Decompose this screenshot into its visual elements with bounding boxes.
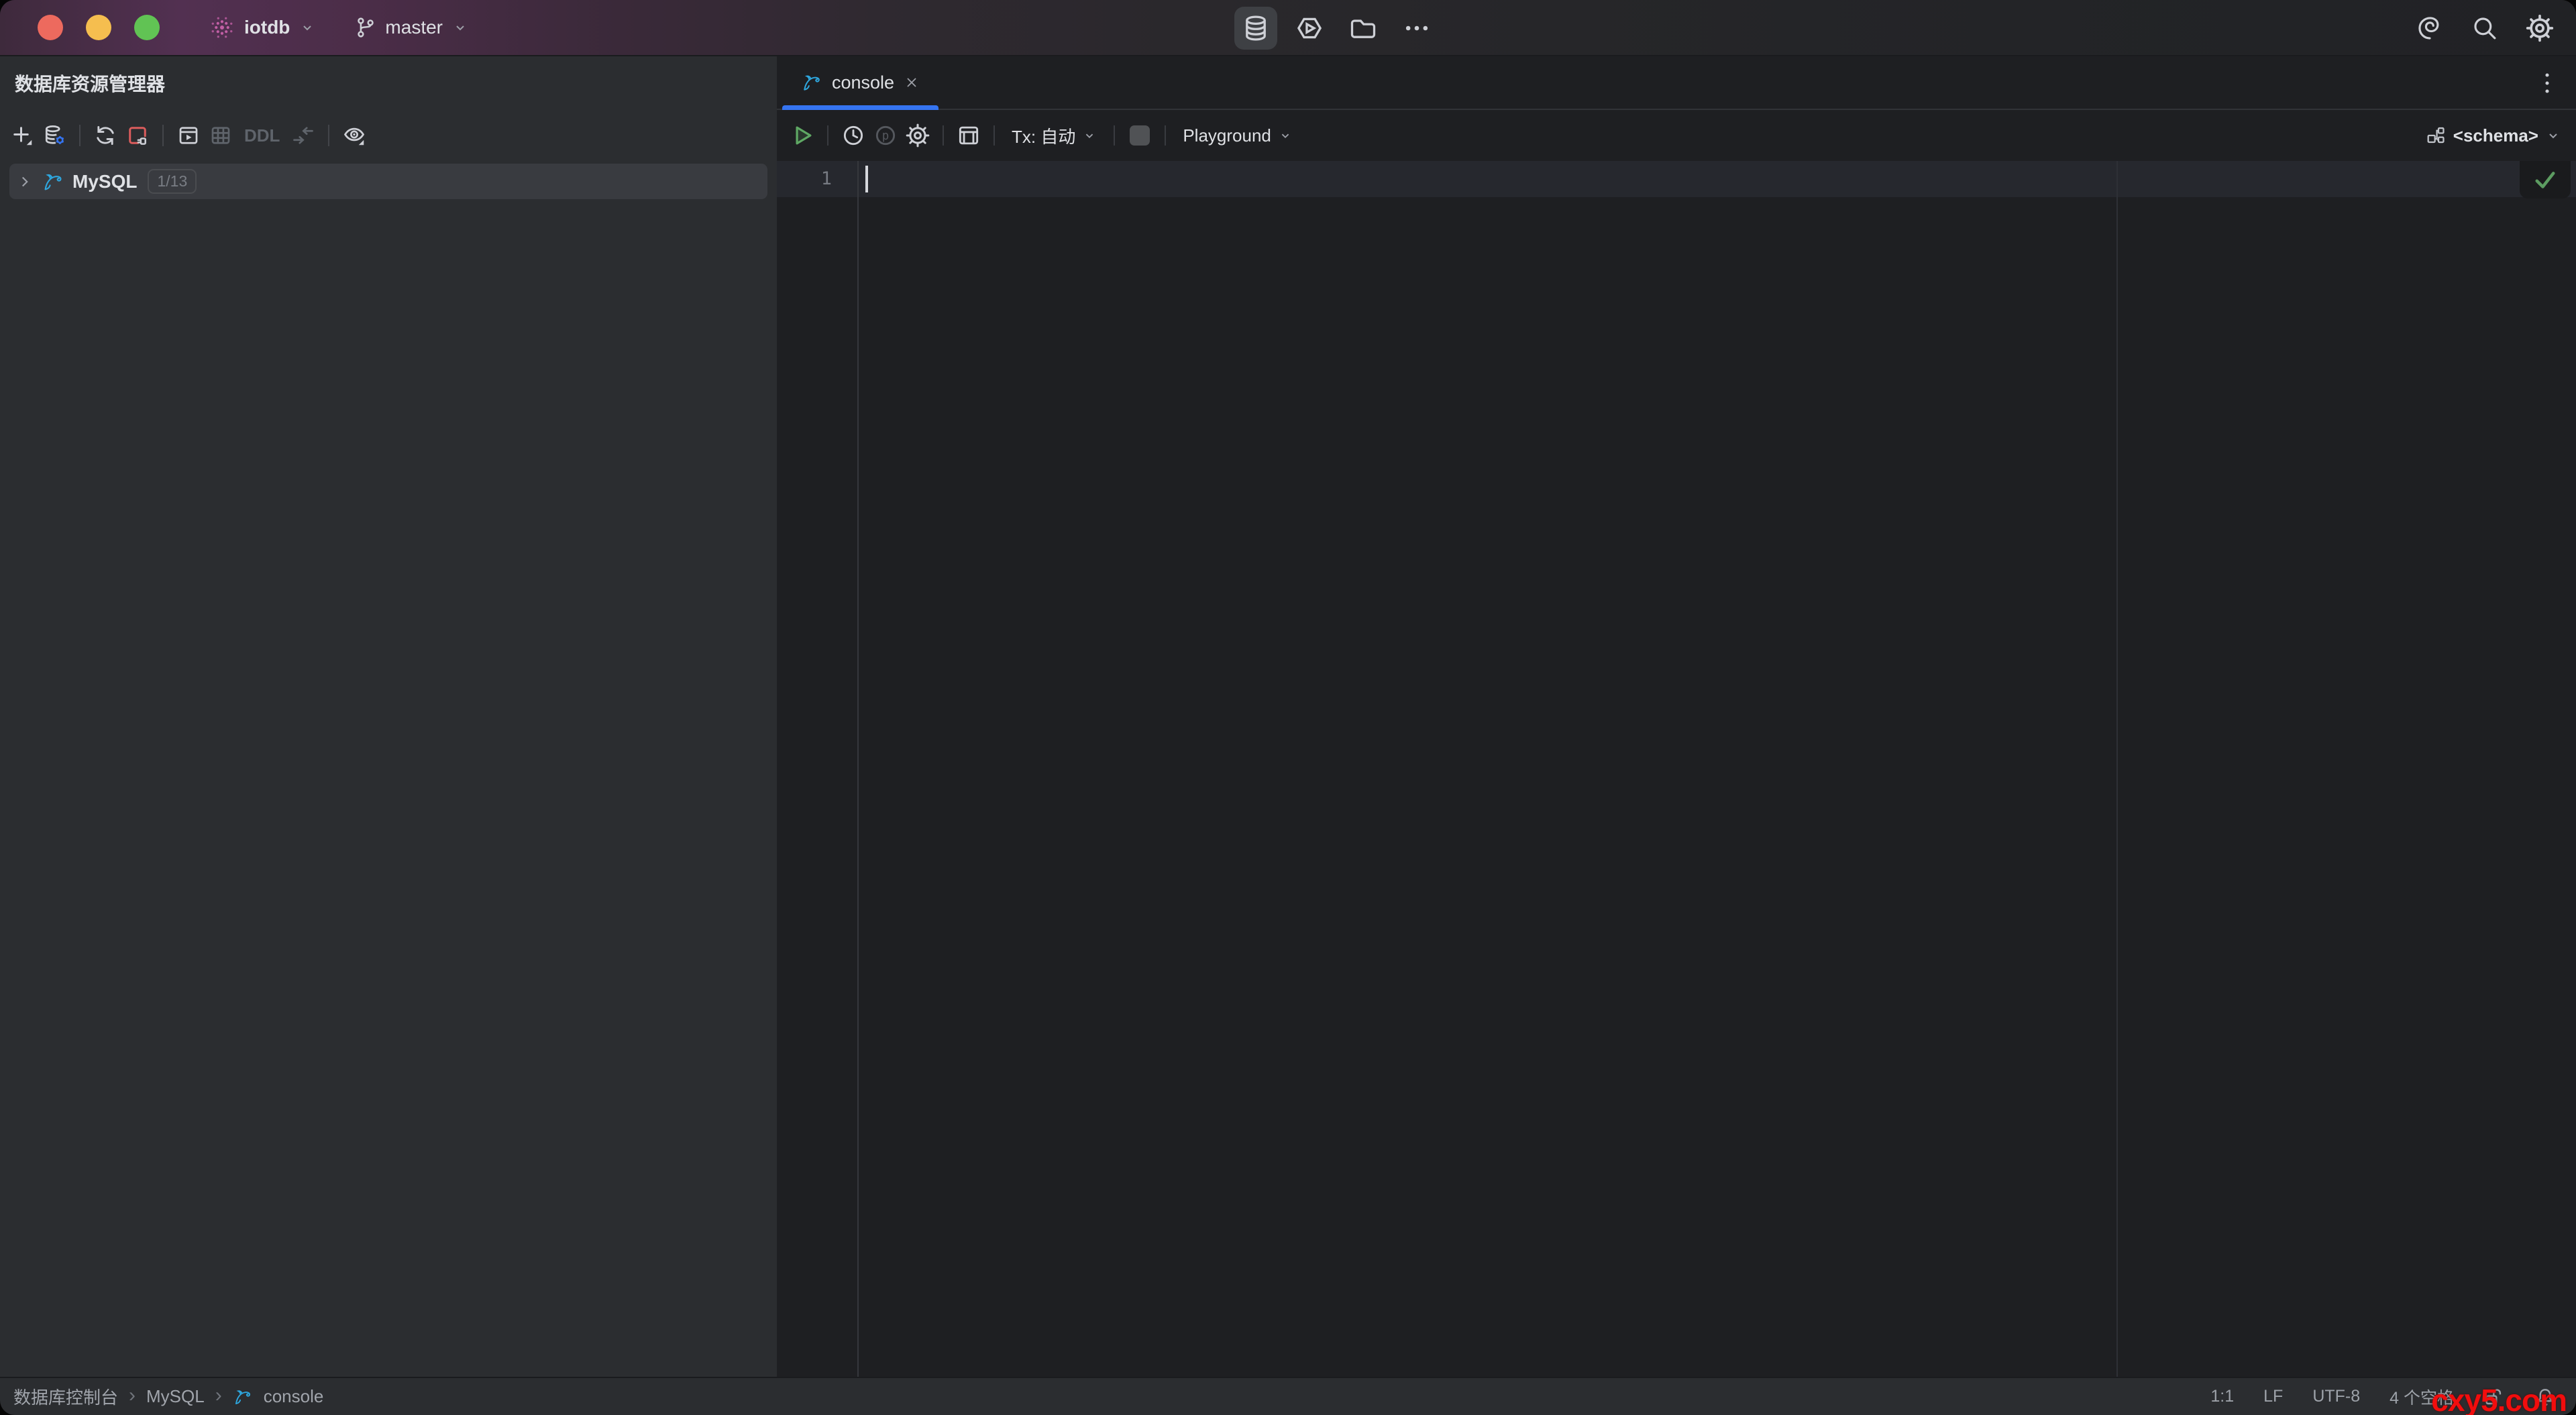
git-branch-widget[interactable]: master [345, 9, 478, 46]
status-bar-right: 1:1 LF UTF-8 4 个空格 cxy5.com [2210, 1385, 2563, 1409]
execute-button[interactable] [789, 122, 816, 149]
stop-query-letter: p [882, 129, 889, 143]
more-tool-windows-button[interactable] [1395, 7, 1438, 50]
panel-title: 数据库资源管理器 [0, 56, 777, 110]
chevron-down-icon [2545, 127, 2561, 144]
project-files-button[interactable] [1342, 7, 1385, 50]
in-editor-results-layout-icon[interactable] [955, 122, 982, 149]
titlebar-center-tools [1234, 0, 1438, 56]
connection-color-swatch[interactable] [1126, 122, 1153, 149]
title-bar: iotdb master [0, 0, 2576, 56]
no-problems-check-icon [2531, 166, 2559, 194]
breadcrumb-mysql[interactable]: MySQL [146, 1386, 205, 1407]
line-ending-widget[interactable]: LF [2263, 1387, 2283, 1406]
sync-arrows-icon[interactable] [290, 123, 316, 148]
schema-selector[interactable]: <schema> [2425, 110, 2561, 161]
new-query-console-button[interactable] [176, 123, 201, 148]
schema-label: <schema> [2453, 125, 2538, 146]
toolbar-separator [943, 125, 944, 146]
chevron-right-icon[interactable] [16, 173, 34, 190]
breadcrumb-console[interactable]: console [264, 1386, 324, 1407]
jump-to-data-button[interactable] [208, 123, 233, 148]
sql-editor-area[interactable]: 1 [777, 161, 2576, 1377]
playground-selector[interactable]: Playground [1177, 121, 1298, 150]
close-window-button[interactable] [38, 15, 63, 40]
encoding-widget[interactable]: UTF-8 [2312, 1387, 2360, 1406]
query-history-clock-icon[interactable] [840, 122, 867, 149]
add-datasource-button[interactable] [9, 123, 35, 148]
titlebar-right-tools [2408, 0, 2561, 56]
editor-column: console [777, 56, 2576, 1377]
breadcrumb-separator: › [129, 1385, 136, 1408]
chevron-down-icon [1082, 128, 1097, 143]
mysql-dolphin-icon [801, 72, 822, 93]
view-options-eye-button[interactable] [341, 123, 367, 148]
active-tab-indicator [782, 105, 938, 110]
status-bar: 数据库控制台 › MySQL › console 1:1 LF UTF-8 4 … [0, 1377, 2576, 1415]
branch-name: master [385, 17, 443, 38]
tab-console[interactable]: console [782, 56, 938, 109]
chevron-down-icon [1278, 128, 1293, 143]
inspections-widget[interactable] [2520, 161, 2571, 199]
mysql-dolphin-icon [42, 170, 64, 193]
console-settings-gear-icon[interactable] [904, 122, 931, 149]
schema-icon [2425, 125, 2447, 146]
ai-assistant-icon[interactable] [2408, 7, 2451, 50]
traffic-lights [0, 15, 160, 40]
database-tree: MySQL 1/13 [0, 161, 777, 199]
main-area: 数据库资源管理器 [0, 56, 2576, 1377]
caret-position-widget[interactable]: 1:1 [2210, 1387, 2234, 1406]
datasource-properties-button[interactable] [42, 123, 67, 148]
search-everywhere-icon[interactable] [2463, 7, 2506, 50]
mysql-dolphin-icon [233, 1387, 253, 1407]
text-caret [865, 166, 868, 192]
run-anything-button[interactable] [1288, 7, 1331, 50]
ide-window: iotdb master [0, 0, 2576, 1415]
project-icon [208, 13, 236, 42]
line-number: 1 [777, 161, 849, 197]
watermark-text: cxy5.com [2431, 1382, 2567, 1415]
git-branch-icon [354, 16, 377, 39]
disconnect-button[interactable] [125, 123, 150, 148]
gutter-separator [857, 161, 859, 1377]
toolbar-separator [1165, 125, 1166, 146]
connection-count-badge: 1/13 [148, 169, 197, 194]
breadcrumb: 数据库控制台 › MySQL › console [13, 1384, 323, 1409]
toolbar-separator [994, 125, 995, 146]
explorer-toolbar: DDL [0, 110, 777, 161]
tab-options-kebab-icon[interactable] [2530, 56, 2564, 110]
chevron-down-icon [452, 19, 468, 36]
stop-query-icon[interactable]: p [872, 122, 899, 149]
hard-wrap-guide [2116, 161, 2118, 1377]
toolbar-separator [328, 125, 329, 146]
project-name: iotdb [244, 17, 290, 38]
minimize-window-button[interactable] [86, 15, 111, 40]
playground-label: Playground [1183, 125, 1271, 146]
tree-item-mysql[interactable]: MySQL 1/13 [9, 164, 767, 199]
console-toolbar: p [777, 110, 2576, 161]
ddl-button[interactable]: DDL [240, 125, 284, 146]
close-tab-icon[interactable] [904, 74, 920, 91]
breadcrumb-database-console[interactable]: 数据库控制台 [13, 1384, 118, 1409]
caret-line-highlight [777, 161, 2576, 197]
database-tool-window-button[interactable] [1234, 7, 1277, 50]
zoom-window-button[interactable] [134, 15, 160, 40]
project-widget[interactable]: iotdb [199, 9, 325, 46]
settings-gear-icon[interactable] [2518, 7, 2561, 50]
toolbar-separator [162, 125, 164, 146]
toolbar-separator [79, 125, 80, 146]
editor-tab-bar: console [777, 56, 2576, 110]
transaction-mode-label: Tx: 自动 [1012, 123, 1075, 148]
tab-label: console [832, 72, 894, 93]
toolbar-separator [827, 125, 828, 146]
refresh-button[interactable] [93, 123, 118, 148]
database-explorer-panel: 数据库资源管理器 [0, 56, 777, 1377]
breadcrumb-separator: › [215, 1385, 222, 1408]
chevron-down-icon [299, 19, 315, 36]
transaction-mode-selector[interactable]: Tx: 自动 [1006, 121, 1102, 150]
toolbar-separator [1114, 125, 1115, 146]
tree-item-label: MySQL [72, 171, 137, 192]
